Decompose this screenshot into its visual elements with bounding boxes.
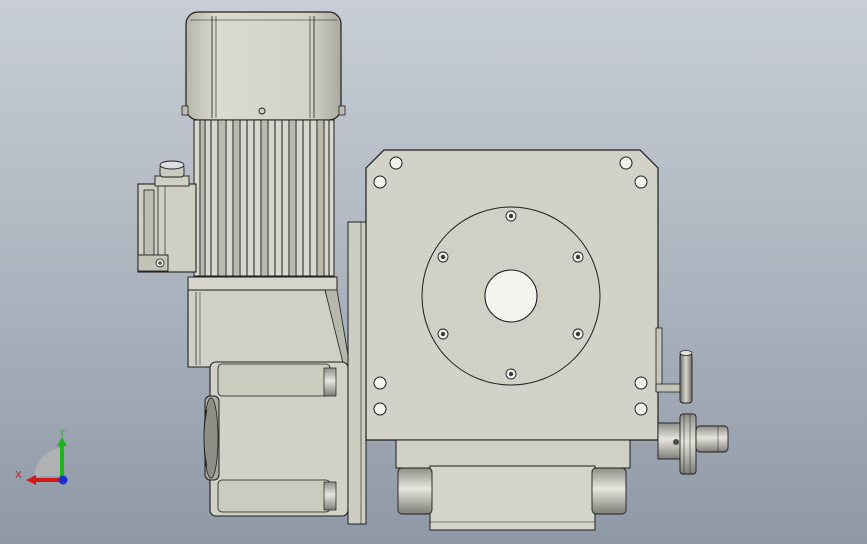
motor-cover bbox=[181, 11, 346, 121]
x-axis-label: X bbox=[15, 470, 22, 481]
x-axis-arrowhead bbox=[26, 475, 36, 485]
y-axis-label: Y bbox=[58, 428, 66, 439]
mounting-plate-edge bbox=[347, 221, 367, 525]
motor-cooling-fins bbox=[193, 119, 335, 277]
motor-flange bbox=[187, 276, 351, 368]
triad-plane-shading bbox=[34, 448, 62, 476]
cad-viewport[interactable]: Y X bbox=[0, 0, 867, 544]
gear-motor-model[interactable]: Y X bbox=[0, 0, 867, 544]
terminal-box bbox=[137, 160, 197, 273]
output-face-plate bbox=[365, 149, 659, 441]
base-foot bbox=[395, 439, 631, 531]
orientation-triad[interactable]: Y X bbox=[15, 428, 68, 485]
side-shaft-assembly bbox=[655, 327, 729, 475]
z-axis-dot bbox=[58, 475, 68, 485]
gearbox-housing bbox=[203, 361, 349, 517]
